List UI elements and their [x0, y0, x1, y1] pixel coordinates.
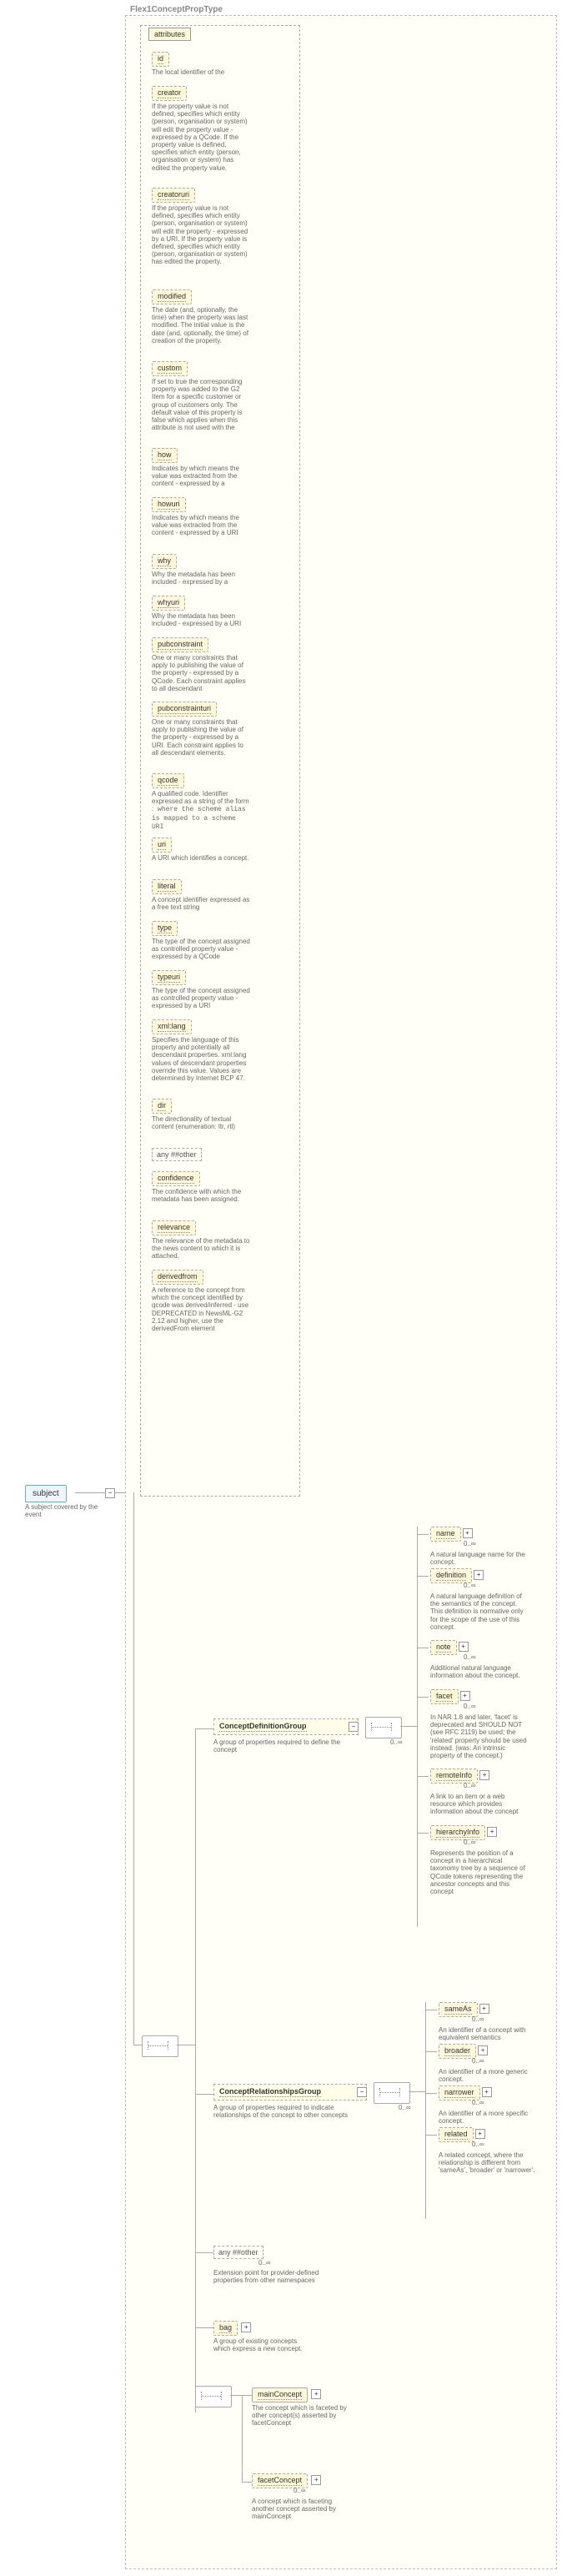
attr-literal: literal [152, 879, 182, 894]
el-remoteInfo-expand[interactable]: + [479, 1770, 489, 1780]
el-broader-expand[interactable]: + [478, 2045, 488, 2055]
attr-pubconstraint: pubconstraint [152, 637, 208, 652]
crg-seq [374, 2082, 410, 2104]
el-sameAs-expand[interactable]: + [479, 2004, 489, 2014]
sequence-root [142, 2035, 178, 2057]
attr-uri: uri [152, 838, 172, 853]
attr-creatoruri: creatoruri [152, 188, 195, 203]
attr-how: how [152, 448, 178, 463]
cdg-seq [365, 1717, 402, 1738]
el-note: note [430, 1640, 457, 1655]
attr-confidence: confidence [152, 1171, 200, 1186]
concept-definition-group: ConceptDefinitionGroup [213, 1718, 359, 1735]
el-narrower-expand[interactable]: + [482, 2087, 492, 2097]
attr-custom: custom [152, 361, 188, 376]
attributes-header: attributes [148, 28, 191, 41]
attr-why: why [152, 554, 177, 569]
crg-desc: A group of properties required to indica… [213, 2104, 355, 2119]
crg-expand[interactable]: − [357, 2087, 367, 2097]
bag-element: bag [213, 2321, 238, 2336]
el-related: related [439, 2127, 474, 2142]
facet-concept-expand[interactable]: + [311, 2475, 321, 2485]
attr-typeuri: typeuri [152, 970, 186, 985]
any-attribute: any ##other [152, 1148, 202, 1161]
subject-element: subject [25, 1485, 67, 1502]
el-facet: facet [430, 1689, 459, 1704]
subject-desc: A subject covered by the event [25, 1503, 100, 1518]
any-element: any ##other [213, 2246, 263, 2259]
el-related-expand[interactable]: + [475, 2129, 485, 2139]
el-note-expand[interactable]: + [459, 1642, 469, 1652]
cdg-expand[interactable]: − [349, 1722, 359, 1732]
el-name-expand[interactable]: + [463, 1528, 473, 1538]
attr-xml-lang: xml:lang [152, 1019, 192, 1034]
el-hierarchyInfo-expand[interactable]: + [487, 1827, 497, 1837]
main-concept-element: mainConcept [252, 2387, 308, 2402]
cdg-desc: A group of properties required to define… [213, 1738, 347, 1753]
attr-howuri: howuri [152, 497, 186, 512]
attr-whyuri: whyuri [152, 596, 185, 611]
el-facet-expand[interactable]: + [460, 1691, 470, 1701]
main-concept-expand[interactable]: + [311, 2389, 321, 2399]
attr-dir: dir [152, 1099, 172, 1114]
attr-relevance: relevance [152, 1220, 196, 1235]
el-definition-expand[interactable]: + [474, 1570, 484, 1580]
attr-qcode: qcode [152, 773, 184, 788]
attr-creator: creator [152, 86, 187, 101]
el-broader: broader [439, 2044, 476, 2059]
bag-expand[interactable]: + [241, 2322, 251, 2332]
attr-type: type [152, 921, 178, 936]
attr-derivedfrom: derivedfrom [152, 1270, 203, 1285]
bag-seq [195, 2386, 232, 2407]
el-name: name [430, 1527, 461, 1542]
attr-pubconstrainturi: pubconstrainturi [152, 702, 217, 717]
attr-id: id [152, 52, 169, 67]
type-label: Flex1ConceptPropType [130, 5, 223, 14]
concept-relationships-group: ConceptRelationshipsGroup [213, 2084, 367, 2101]
attr-modified: modified [152, 289, 192, 304]
subject-expand[interactable]: − [105, 1488, 115, 1498]
